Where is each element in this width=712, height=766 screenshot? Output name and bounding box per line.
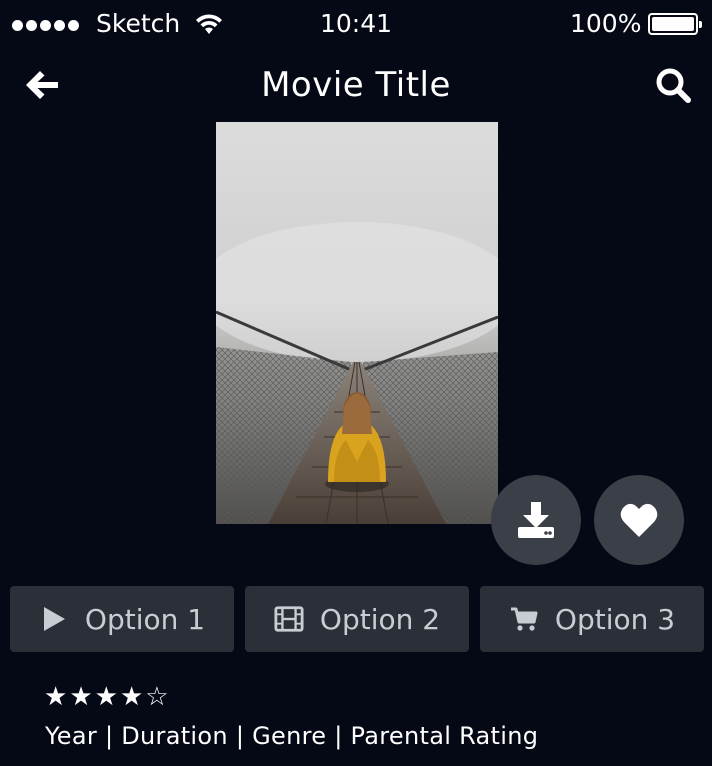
option-1-button[interactable]: Option 1 (10, 586, 234, 652)
film-icon (274, 604, 304, 634)
star-filled-icon: ★ (69, 682, 93, 712)
cart-icon (509, 604, 539, 634)
option-3-button[interactable]: Option 3 (480, 586, 704, 652)
battery-icon (648, 13, 702, 35)
status-bar: Sketch 10:41 100% (0, 0, 712, 50)
star-empty-icon: ☆ (145, 682, 169, 712)
option-2-label: Option 2 (319, 602, 441, 636)
option-3-label: Option 3 (554, 602, 676, 636)
option-2-button[interactable]: Option 2 (245, 586, 469, 652)
download-icon (518, 502, 554, 538)
heart-icon (620, 503, 658, 537)
star-filled-icon: ★ (119, 682, 144, 712)
star-filled-icon: ★ (44, 682, 68, 712)
search-icon[interactable] (652, 65, 696, 105)
play-icon (39, 604, 69, 634)
battery-percent: 100% (570, 9, 642, 38)
favorite-button[interactable] (594, 475, 684, 565)
movie-poster[interactable] (216, 122, 498, 524)
movie-meta: Year | Duration | Genre | Parental Ratin… (45, 722, 539, 750)
star-rating: ★ ★ ★ ★ ☆ (44, 682, 169, 712)
option-1-label: Option 1 (84, 602, 206, 636)
star-filled-icon: ★ (94, 682, 118, 712)
poster-image (216, 122, 498, 524)
download-button[interactable] (491, 475, 581, 565)
nav-bar: Movie Title (0, 55, 712, 115)
page-title: Movie Title (261, 65, 451, 105)
